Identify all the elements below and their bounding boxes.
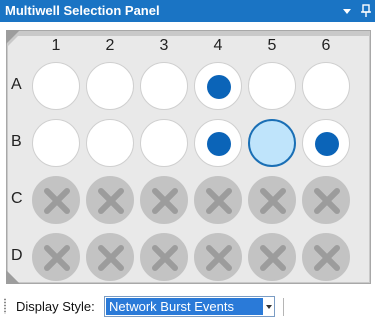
well-C4 — [194, 176, 242, 224]
disabled-x-icon — [206, 245, 232, 271]
display-style-value: Network Burst Events — [106, 298, 263, 315]
disabled-x-icon — [314, 188, 340, 214]
disabled-x-icon — [314, 245, 340, 271]
column-header[interactable]: 5 — [249, 37, 295, 55]
well-activity-dot — [207, 75, 231, 99]
column-header[interactable]: 4 — [195, 37, 241, 55]
plate-corner-notch — [6, 270, 20, 284]
well-A4[interactable] — [194, 62, 242, 110]
well-C1 — [32, 176, 80, 224]
dropdown-arrow-icon[interactable] — [343, 9, 351, 14]
column-header[interactable]: 3 — [141, 37, 187, 55]
well-B2[interactable] — [86, 119, 134, 167]
chevron-down-icon — [266, 305, 272, 309]
well-B5[interactable] — [248, 119, 296, 167]
well-A5[interactable] — [248, 62, 296, 110]
well-D6 — [302, 233, 350, 281]
well-B1[interactable] — [32, 119, 80, 167]
well-C5 — [248, 176, 296, 224]
disabled-x-icon — [152, 188, 178, 214]
display-style-select[interactable]: Network Burst Events — [104, 296, 275, 317]
row-header[interactable]: D — [11, 247, 25, 265]
disabled-x-icon — [152, 245, 178, 271]
disabled-x-icon — [260, 245, 286, 271]
well-D4 — [194, 233, 242, 281]
disabled-x-icon — [44, 245, 70, 271]
disabled-x-icon — [260, 188, 286, 214]
well-B6[interactable] — [302, 119, 350, 167]
well-A1[interactable] — [32, 62, 80, 110]
row-header[interactable]: A — [11, 76, 25, 94]
window-title: Multiwell Selection Panel — [5, 3, 160, 18]
well-D1 — [32, 233, 80, 281]
well-C6 — [302, 176, 350, 224]
display-style-label: Display Style: — [16, 299, 95, 314]
column-header[interactable]: 1 — [33, 37, 79, 55]
row-header[interactable]: B — [11, 133, 25, 151]
well-D3 — [140, 233, 188, 281]
well-B3[interactable] — [140, 119, 188, 167]
row-header[interactable]: C — [11, 190, 25, 208]
disabled-x-icon — [98, 188, 124, 214]
well-C2 — [86, 176, 134, 224]
combo-dropdown-button[interactable] — [265, 298, 274, 315]
well-D2 — [86, 233, 134, 281]
disabled-x-icon — [98, 245, 124, 271]
well-activity-dot — [315, 132, 339, 156]
toolbar-grip[interactable] — [4, 298, 6, 314]
disabled-x-icon — [44, 188, 70, 214]
toolbar-separator — [283, 298, 284, 316]
disabled-x-icon — [206, 188, 232, 214]
column-header[interactable]: 6 — [303, 37, 349, 55]
bottom-toolbar: Display Style: Network Burst Events — [0, 292, 375, 322]
pin-icon[interactable] — [359, 4, 373, 18]
well-D5 — [248, 233, 296, 281]
column-header[interactable]: 2 — [87, 37, 133, 55]
plate-corner-notch — [6, 30, 20, 44]
title-bar: Multiwell Selection Panel — [0, 0, 375, 22]
well-B4[interactable] — [194, 119, 242, 167]
well-C3 — [140, 176, 188, 224]
well-activity-dot — [207, 132, 231, 156]
well-A6[interactable] — [302, 62, 350, 110]
well-A3[interactable] — [140, 62, 188, 110]
well-A2[interactable] — [86, 62, 134, 110]
